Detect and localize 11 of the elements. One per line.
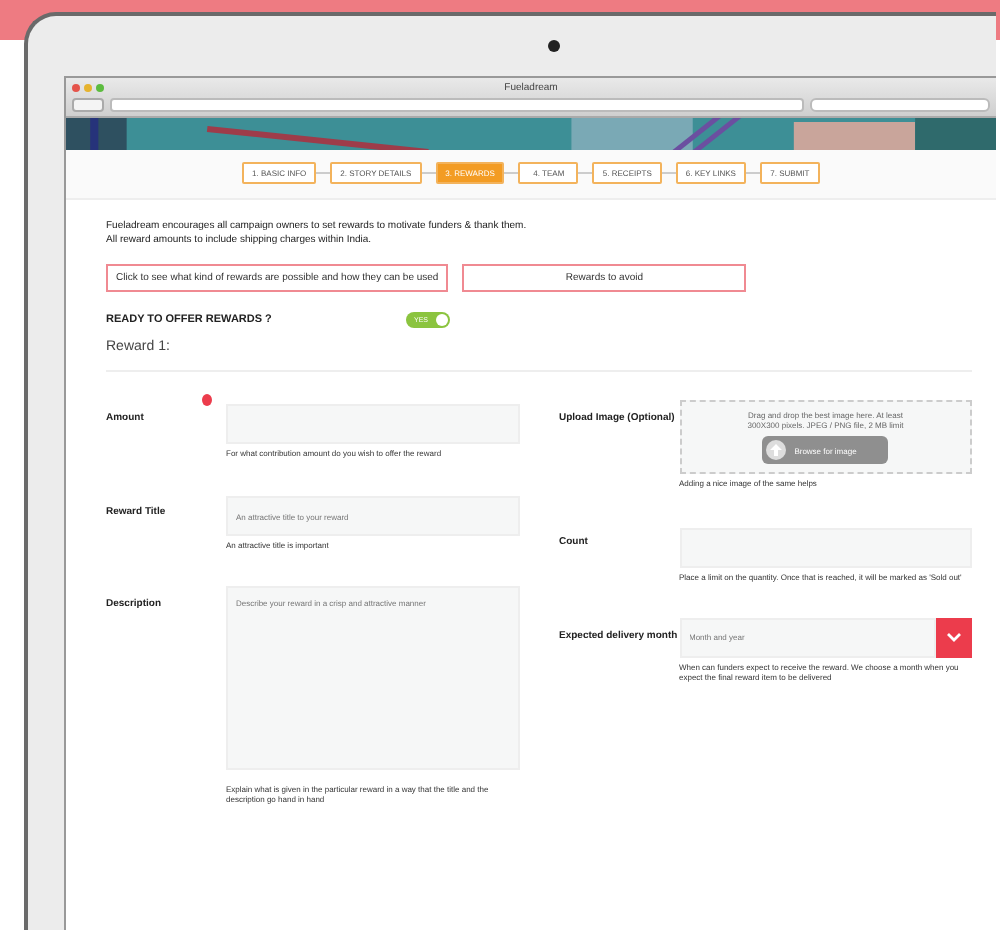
search-field[interactable] [810, 98, 990, 112]
dropdown-button[interactable] [936, 617, 972, 657]
close-icon[interactable] [72, 84, 80, 92]
upload-icon [766, 440, 787, 460]
back-forward-button[interactable] [72, 98, 104, 112]
chevron-icon [946, 631, 962, 643]
camera-icon [548, 40, 560, 52]
zoom-icon[interactable] [96, 84, 104, 92]
address-field[interactable] [110, 98, 804, 112]
required-marker [202, 394, 212, 406]
minimize-icon[interactable] [84, 84, 92, 92]
